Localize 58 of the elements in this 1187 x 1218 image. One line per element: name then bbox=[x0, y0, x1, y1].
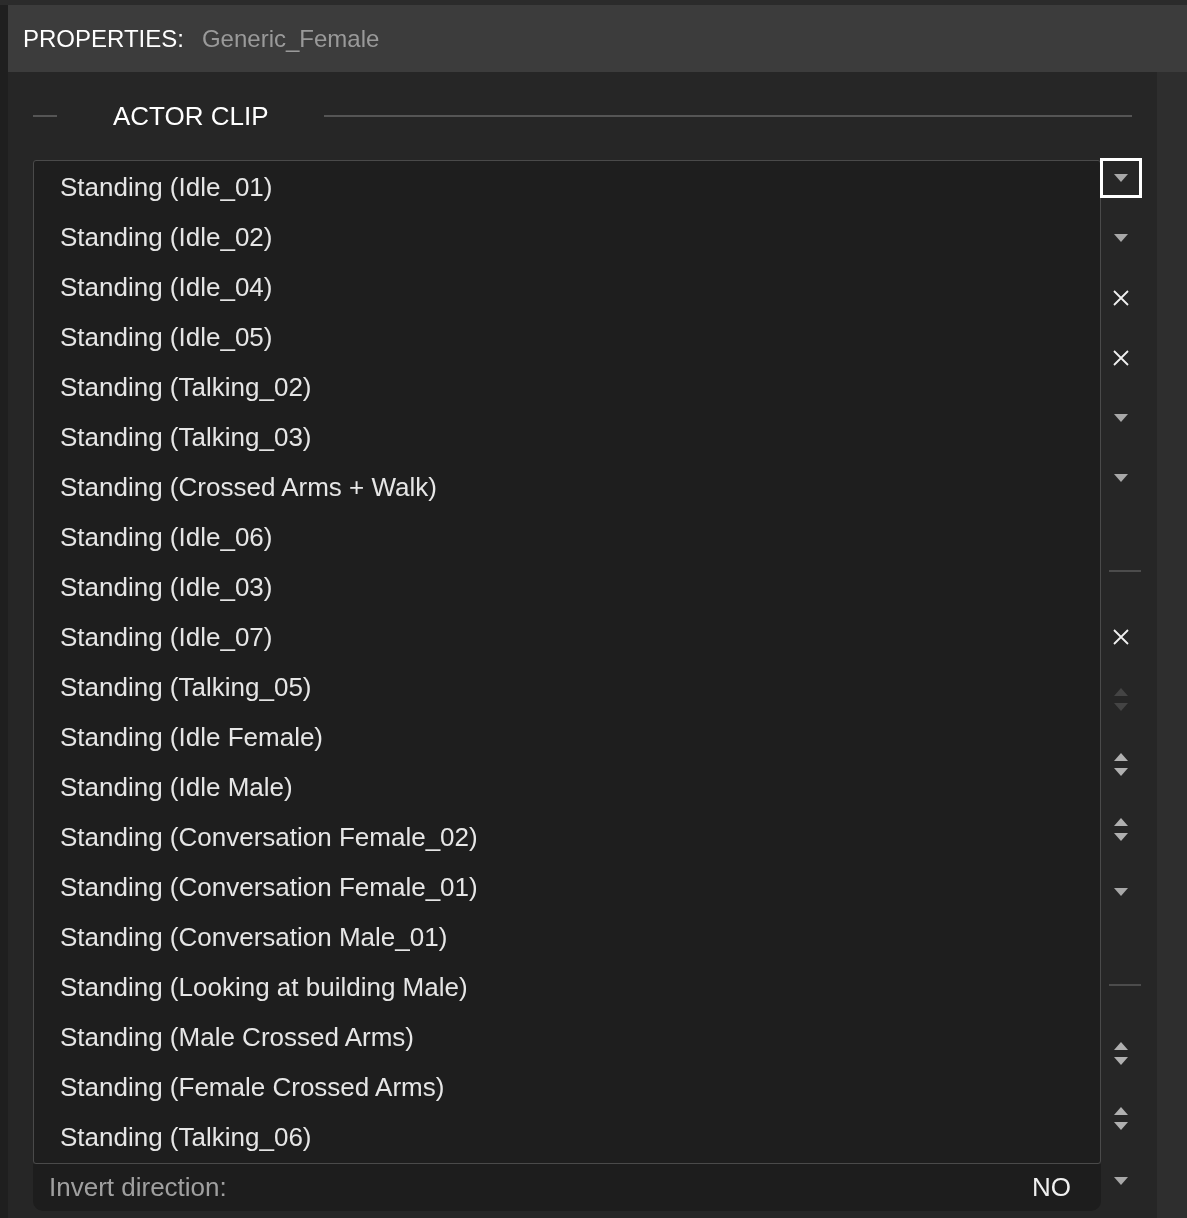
spinner-button[interactable] bbox=[1114, 1042, 1128, 1065]
dropdown-button[interactable] bbox=[1100, 158, 1142, 198]
clip-option[interactable]: Standing (Talking_03) bbox=[34, 412, 1100, 462]
clip-option[interactable]: Standing (Conversation Male_01) bbox=[34, 912, 1100, 962]
caret-up-icon bbox=[1114, 818, 1128, 826]
clip-option[interactable]: Standing (Idle Female) bbox=[34, 712, 1100, 762]
clip-option[interactable]: Standing (Idle_04) bbox=[34, 262, 1100, 312]
caret-down-icon bbox=[1114, 474, 1128, 482]
clip-option[interactable]: Standing (Idle_01) bbox=[34, 162, 1100, 212]
caret-up-icon bbox=[1114, 1107, 1128, 1115]
caret-down-icon bbox=[1114, 174, 1128, 182]
close-icon bbox=[1113, 350, 1129, 366]
properties-label: PROPERTIES: bbox=[23, 23, 184, 54]
caret-down-icon bbox=[1114, 234, 1128, 242]
close-button[interactable] bbox=[1113, 290, 1129, 306]
clip-option[interactable]: Standing (Conversation Female_02) bbox=[34, 812, 1100, 862]
invert-direction-value: NO bbox=[1032, 1171, 1071, 1204]
clip-option[interactable]: Standing (Male Crossed Arms) bbox=[34, 1012, 1100, 1062]
caret-up-icon bbox=[1114, 688, 1128, 696]
clip-option[interactable]: Standing (Talking_02) bbox=[34, 362, 1100, 412]
caret-down-icon bbox=[1114, 1177, 1128, 1185]
spinner-button[interactable] bbox=[1114, 818, 1128, 841]
caret-down-icon bbox=[1114, 414, 1128, 422]
clip-option[interactable]: Standing (Idle_07) bbox=[34, 612, 1100, 662]
section-title: ACTOR CLIP bbox=[113, 99, 269, 133]
object-name: Generic_Female bbox=[201, 23, 380, 54]
spinner-button[interactable] bbox=[1114, 753, 1128, 776]
spinner-button[interactable] bbox=[1114, 1107, 1128, 1130]
close-button[interactable] bbox=[1113, 350, 1129, 366]
clip-option[interactable]: Standing (Talking_06) bbox=[34, 1112, 1100, 1162]
clip-option[interactable]: Standing (Idle_05) bbox=[34, 312, 1100, 362]
dropdown-button[interactable] bbox=[1114, 474, 1128, 482]
clip-option[interactable]: Standing (Idle Male) bbox=[34, 762, 1100, 812]
caret-down-icon bbox=[1114, 833, 1128, 841]
caret-up-icon bbox=[1114, 753, 1128, 761]
clip-option[interactable]: Standing (Looking at building Male) bbox=[34, 962, 1100, 1012]
caret-down-icon bbox=[1114, 888, 1128, 896]
invert-direction-label: Invert direction: bbox=[49, 1171, 227, 1204]
clip-option[interactable]: Standing (Crossed Arms + Walk) bbox=[34, 462, 1100, 512]
dropdown-button[interactable] bbox=[1114, 414, 1128, 422]
clip-option[interactable]: Standing (Idle_06) bbox=[34, 512, 1100, 562]
clip-option[interactable]: Standing (Idle_03) bbox=[34, 562, 1100, 612]
dropdown-button[interactable] bbox=[1114, 888, 1128, 896]
clip-option[interactable]: Standing (Idle_02) bbox=[34, 212, 1100, 262]
caret-up-icon bbox=[1114, 1042, 1128, 1050]
clip-option[interactable]: Standing (Talking_05) bbox=[34, 662, 1100, 712]
caret-down-icon bbox=[1114, 1057, 1128, 1065]
dropdown-button[interactable] bbox=[1114, 234, 1128, 242]
close-icon bbox=[1113, 629, 1129, 645]
clip-option[interactable]: Standing (Conversation Female_01) bbox=[34, 862, 1100, 912]
dropdown-button[interactable] bbox=[1114, 1177, 1128, 1185]
caret-down-icon bbox=[1114, 703, 1128, 711]
close-button[interactable] bbox=[1113, 629, 1129, 645]
close-icon bbox=[1113, 290, 1129, 306]
caret-down-icon bbox=[1114, 1122, 1128, 1130]
invert-direction-row[interactable]: Invert direction: NO bbox=[33, 1164, 1101, 1211]
clip-option[interactable]: Standing (Female Crossed Arms) bbox=[34, 1062, 1100, 1112]
caret-down-icon bbox=[1114, 768, 1128, 776]
